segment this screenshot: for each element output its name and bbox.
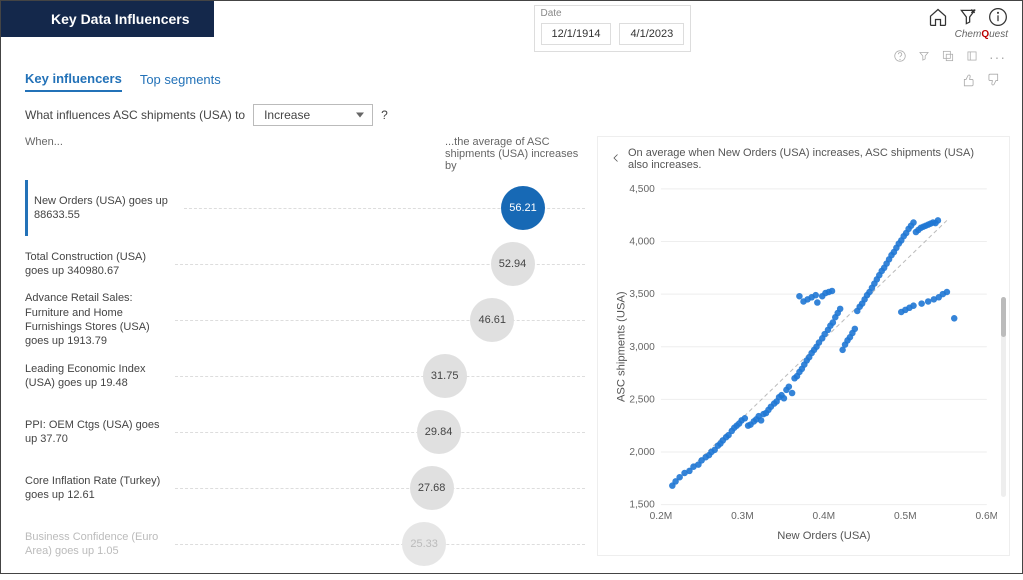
influencer-row[interactable]: Total Construction (USA) goes up 340980.… [25, 236, 585, 292]
influencer-label: Advance Retail Sales: Furniture and Home… [25, 291, 175, 348]
influencer-row[interactable]: PPI: OEM Ctgs (USA) goes up 37.70 29.84 [25, 404, 585, 460]
date-from[interactable]: 12/1/1914 [541, 23, 612, 45]
back-arrow-icon[interactable] [610, 152, 622, 167]
visual-toolbar: ··· [893, 49, 1006, 66]
focus-icon[interactable] [941, 49, 955, 66]
svg-text:0.6M: 0.6M [976, 511, 997, 522]
filter-icon[interactable] [958, 7, 978, 30]
influencer-value-bubble: 27.68 [410, 466, 454, 510]
date-to[interactable]: 4/1/2023 [619, 23, 684, 45]
influencer-label: Core Inflation Rate (Turkey) goes up 12.… [25, 474, 175, 503]
influencer-value-bubble: 29.84 [417, 410, 461, 454]
date-filter[interactable]: Date 12/1/1914 4/1/2023 [534, 5, 692, 52]
then-header: ...the average of ASC shipments (USA) in… [445, 136, 585, 172]
svg-text:1,500: 1,500 [629, 500, 655, 511]
svg-text:3,000: 3,000 [629, 342, 655, 353]
influencer-row[interactable]: New Orders (USA) goes up 88633.55 56.21 [25, 180, 585, 236]
influencer-label: Total Construction (USA) goes up 340980.… [25, 250, 175, 279]
influencer-row[interactable]: Leading Economic Index (USA) goes up 19.… [25, 348, 585, 404]
svg-text:0.5M: 0.5M [894, 511, 917, 522]
influencer-value-bubble: 31.75 [423, 354, 467, 398]
svg-text:4,500: 4,500 [629, 184, 655, 195]
influencer-value-bubble: 52.94 [491, 242, 535, 286]
influencer-label: Leading Economic Index (USA) goes up 19.… [25, 362, 175, 391]
svg-text:2,000: 2,000 [629, 447, 655, 458]
svg-text:2,500: 2,500 [629, 394, 655, 405]
tab-key-influencers[interactable]: Key influencers [25, 71, 122, 92]
help-icon[interactable] [893, 49, 907, 66]
thumbs-up-icon[interactable] [962, 73, 976, 90]
brand-logo: ChemQuest [955, 29, 1008, 40]
info-icon[interactable] [988, 7, 1008, 30]
date-label: Date [541, 8, 685, 19]
chart-scrollbar[interactable] [1001, 297, 1006, 497]
svg-text:4,000: 4,000 [629, 237, 655, 248]
influencer-label: New Orders (USA) goes up 88633.55 [34, 194, 184, 223]
influencer-label: Business Confidence (Euro Area) goes up … [25, 530, 175, 559]
scatter-plot[interactable]: 1,500 2,000 2,500 3,000 3,500 4,000 4,500 0.2M 0… [610, 177, 997, 547]
chart-title: On average when New Orders (USA) increas… [628, 147, 997, 171]
svg-text:0.4M: 0.4M [813, 511, 836, 522]
popout-icon[interactable] [965, 49, 979, 66]
question-suffix: ? [381, 108, 388, 122]
influencer-row[interactable]: Business Confidence (Euro Area) goes up … [25, 516, 585, 572]
when-header: When... [25, 136, 225, 172]
more-icon[interactable]: ··· [989, 49, 1006, 66]
influencer-list: New Orders (USA) goes up 88633.55 56.21 To… [25, 180, 585, 580]
svg-text:0.2M: 0.2M [650, 511, 673, 522]
tab-top-segments[interactable]: Top segments [140, 72, 221, 91]
thumbs-down-icon[interactable] [986, 73, 1000, 90]
influencer-value-bubble: 56.21 [501, 186, 545, 230]
page-title: Key Data Influencers [1, 1, 214, 37]
influencer-row[interactable]: Core Inflation Rate (Turkey) goes up 12.… [25, 460, 585, 516]
chart-pane: On average when New Orders (USA) increas… [597, 136, 1010, 556]
filter-small-icon[interactable] [917, 49, 931, 66]
influencer-row[interactable]: Advance Retail Sales: Furniture and Home… [25, 292, 585, 348]
svg-text:ASC shipments (USA): ASC shipments (USA) [615, 291, 627, 402]
influencers-pane: When... ...the average of ASC shipments … [25, 136, 585, 580]
influencer-label: PPI: OEM Ctgs (USA) goes up 37.70 [25, 418, 175, 447]
svg-text:3,500: 3,500 [629, 289, 655, 300]
svg-text:0.3M: 0.3M [731, 511, 754, 522]
question-text: What influences ASC shipments (USA) to [25, 108, 245, 122]
direction-dropdown[interactable]: Increase [253, 104, 373, 126]
svg-text:New Orders (USA): New Orders (USA) [777, 530, 871, 542]
influencer-value-bubble: 46.61 [470, 298, 514, 342]
influencer-value-bubble: 25.33 [402, 522, 446, 566]
home-icon[interactable] [928, 7, 948, 30]
